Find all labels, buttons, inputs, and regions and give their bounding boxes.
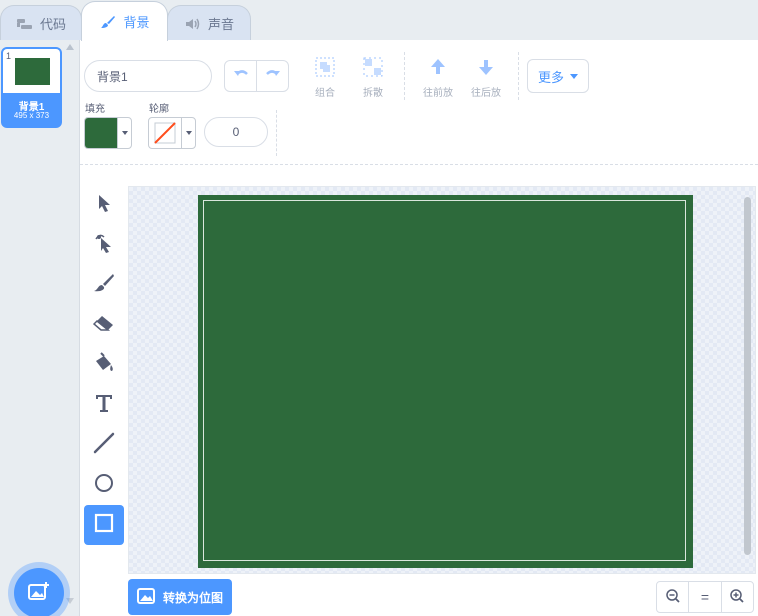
drawing-canvas[interactable] bbox=[128, 186, 756, 574]
tab-sounds-label: 声音 bbox=[207, 17, 234, 32]
speaker-icon bbox=[184, 17, 202, 31]
undo-button[interactable] bbox=[225, 61, 256, 91]
add-backdrop-button[interactable] bbox=[14, 568, 64, 616]
ungroup-button[interactable]: 拆散 bbox=[353, 56, 393, 99]
outline-label: 轮廓 bbox=[149, 104, 169, 115]
zoom-controls: = bbox=[656, 581, 754, 613]
tab-code[interactable]: 代码 bbox=[0, 5, 82, 41]
zoom-reset-label: = bbox=[700, 589, 710, 605]
costume-name-input[interactable]: 背景1 bbox=[84, 60, 212, 92]
fill-color-picker[interactable] bbox=[84, 117, 132, 149]
convert-to-bitmap-button[interactable]: 转换为位图 bbox=[128, 579, 232, 615]
ungroup-icon bbox=[353, 56, 393, 82]
zoom-out-icon bbox=[665, 588, 681, 607]
backdrop-outline bbox=[203, 200, 686, 561]
image-icon bbox=[137, 587, 155, 607]
text-tool[interactable] bbox=[84, 385, 124, 425]
redo-icon bbox=[265, 67, 281, 85]
reshape-tool[interactable] bbox=[84, 225, 124, 265]
backdrop-size: 495 x 373 bbox=[13, 111, 50, 120]
backward-button[interactable]: 往后放 bbox=[466, 56, 506, 99]
chevron-down-icon bbox=[181, 118, 195, 148]
arrow-up-icon bbox=[418, 56, 458, 82]
eraser-icon bbox=[92, 314, 115, 337]
undo-icon bbox=[233, 67, 249, 85]
forward-label: 往前放 bbox=[423, 88, 453, 99]
select-icon bbox=[95, 193, 113, 218]
zoom-reset-button[interactable]: = bbox=[688, 582, 720, 612]
fill-bucket-icon bbox=[93, 351, 115, 379]
backward-label: 往后放 bbox=[471, 88, 501, 99]
tab-code-label: 代码 bbox=[39, 17, 66, 32]
eraser-tool[interactable] bbox=[84, 305, 124, 345]
fill-color-swatch bbox=[85, 118, 117, 148]
fill-label: 填充 bbox=[85, 104, 105, 115]
arrow-down-icon bbox=[466, 56, 506, 82]
backdrop-item[interactable]: 1 背景1 495 x 373 bbox=[1, 47, 62, 128]
tab-sounds[interactable]: 声音 bbox=[167, 5, 251, 41]
outline-width-input[interactable]: 0 bbox=[204, 117, 268, 147]
forward-button[interactable]: 往前放 bbox=[418, 56, 458, 99]
zoom-in-button[interactable] bbox=[720, 582, 753, 612]
backdrop-list: 1 背景1 495 x 373 bbox=[0, 40, 80, 616]
rectangle-icon bbox=[94, 513, 114, 538]
chevron-down-icon bbox=[570, 73, 578, 79]
line-tool[interactable] bbox=[84, 425, 124, 465]
select-tool[interactable] bbox=[84, 185, 124, 225]
rectangle-tool[interactable] bbox=[84, 505, 124, 545]
chevron-down-icon bbox=[117, 118, 131, 148]
code-blocks-icon bbox=[16, 17, 34, 31]
circle-tool[interactable] bbox=[84, 465, 124, 505]
convert-label: 转换为位图 bbox=[163, 590, 224, 605]
fill-tool[interactable] bbox=[84, 345, 124, 385]
brush-tool[interactable] bbox=[84, 265, 124, 305]
text-icon bbox=[94, 393, 114, 418]
tab-backdrops[interactable]: 背景 bbox=[81, 1, 168, 41]
reshape-icon bbox=[94, 232, 114, 259]
scroll-down-arrow[interactable] bbox=[66, 598, 74, 604]
no-color-icon bbox=[149, 118, 181, 148]
add-backdrop-icon bbox=[28, 581, 50, 606]
paint-editor: 背景1 组合 拆散 往前放 往后放 更多 填充 轮廓 0 转换为位图 = bbox=[80, 40, 758, 616]
outline-color-picker[interactable] bbox=[148, 117, 196, 149]
more-label: 更多 bbox=[537, 69, 564, 85]
backdrop-shape[interactable] bbox=[198, 195, 693, 568]
group-label: 组合 bbox=[315, 88, 335, 99]
group-button[interactable]: 组合 bbox=[305, 56, 345, 99]
backdrop-thumbnail bbox=[15, 58, 50, 85]
backdrop-number: 1 bbox=[6, 51, 12, 61]
ungroup-label: 拆散 bbox=[363, 88, 383, 99]
redo-button[interactable] bbox=[256, 61, 288, 91]
paintbrush-icon bbox=[99, 15, 117, 29]
canvas-scrollbar[interactable] bbox=[744, 197, 751, 555]
scroll-up-arrow[interactable] bbox=[66, 44, 74, 50]
zoom-out-button[interactable] bbox=[657, 582, 688, 612]
zoom-in-icon bbox=[729, 588, 745, 607]
more-button[interactable]: 更多 bbox=[527, 59, 589, 93]
circle-icon bbox=[94, 473, 114, 498]
tab-backdrops-label: 背景 bbox=[123, 15, 150, 30]
line-icon bbox=[93, 432, 115, 459]
group-icon bbox=[305, 56, 345, 82]
tab-bar: 代码 背景 声音 bbox=[0, 0, 758, 41]
brush-icon bbox=[93, 273, 115, 298]
undo-redo-group bbox=[224, 60, 289, 92]
